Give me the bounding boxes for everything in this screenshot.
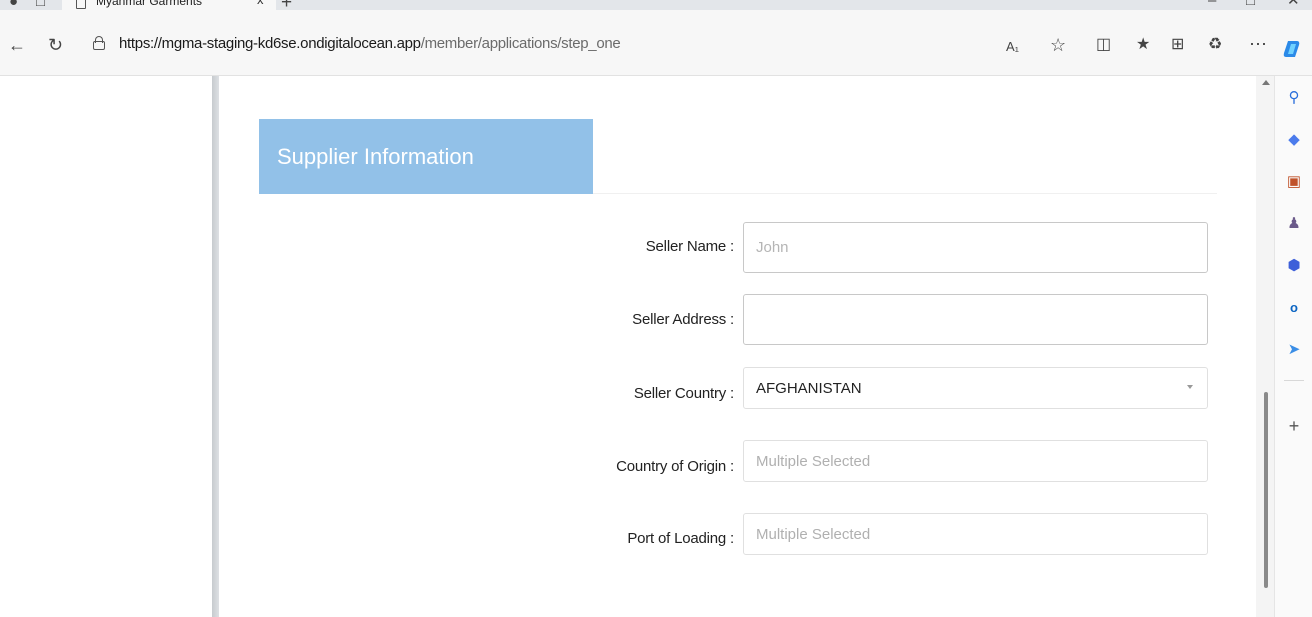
seller-address-field-box — [743, 294, 1208, 345]
profile-icon[interactable]: ● — [9, 0, 18, 9]
sidebar-divider — [1284, 380, 1304, 381]
tools-briefcase-icon[interactable]: ▣ — [1284, 172, 1304, 192]
more-icon[interactable]: ⋯ — [1249, 34, 1267, 54]
page-left-margin — [0, 76, 212, 617]
tab-actions-icon[interactable]: □ — [36, 0, 45, 9]
microsoft-365-icon[interactable]: ⬢ — [1284, 256, 1304, 276]
country-of-origin-multiselect[interactable]: Multiple Selected — [743, 440, 1208, 482]
section-title: Supplier Information — [277, 144, 474, 169]
edge-sidebar: ⚲ ◆ ▣ ♟ ⬢ o ➤ + — [1274, 76, 1312, 617]
shopping-tag-icon[interactable]: ◆ — [1284, 130, 1304, 150]
url-text[interactable]: https://mgma-staging-kd6se.ondigitalocea… — [119, 35, 621, 53]
url-path: /member/applications/step_one — [420, 35, 621, 52]
add-icon[interactable]: + — [1284, 416, 1304, 436]
minimize-icon[interactable]: – — [1208, 0, 1216, 8]
seller-country-select[interactable]: AFGHANISTAN — [743, 367, 1208, 409]
tab-title: Myanmar Garments — [96, 0, 203, 8]
favorites-list-icon[interactable]: ★ — [1136, 35, 1150, 55]
seller-name-label: Seller Name : — [645, 238, 734, 255]
tab-myanmar-garments[interactable]: Myanmar Garments x — [62, 0, 276, 10]
search-icon[interactable]: ⚲ — [1284, 88, 1304, 108]
outlook-icon[interactable]: o — [1284, 298, 1304, 318]
seller-address-label: Seller Address : — [632, 311, 734, 328]
seller-name-field-box — [743, 222, 1208, 273]
page-scrollbar[interactable] — [1256, 76, 1274, 617]
star-icon[interactable]: ☆ — [1050, 35, 1066, 55]
seller-country-value: AFGHANISTAN — [756, 380, 862, 397]
port-of-loading-placeholder: Multiple Selected — [756, 526, 871, 543]
seller-country-label: Seller Country : — [633, 385, 734, 402]
port-of-loading-label: Port of Loading : — [627, 530, 734, 547]
tab-strip: ● □ Myanmar Garments x + – □ ✕ — [0, 0, 1312, 10]
browser-window: ● □ Myanmar Garments x + – □ ✕ ← ↻ https… — [0, 0, 1312, 617]
tab-close-button[interactable]: x — [257, 0, 264, 7]
dropdown-caret-icon — [1187, 385, 1193, 389]
games-icon[interactable]: ♟ — [1284, 214, 1304, 234]
copilot-icon[interactable] — [1282, 39, 1302, 59]
restore-icon[interactable]: □ — [1246, 0, 1255, 8]
section-divider — [593, 193, 1217, 194]
extensions-icon[interactable]: ♻ — [1208, 35, 1222, 55]
seller-name-input[interactable] — [744, 223, 1207, 272]
new-tab-button[interactable]: + — [281, 0, 292, 10]
lock-icon[interactable] — [93, 36, 105, 50]
split-screen-icon[interactable]: ◫ — [1096, 35, 1111, 55]
page-left-border — [212, 76, 219, 617]
scroll-up-arrow-icon[interactable] — [1262, 80, 1270, 85]
window-close-icon[interactable]: ✕ — [1287, 0, 1300, 8]
read-aloud-icon[interactable]: A₁ — [1006, 37, 1019, 57]
seller-address-input[interactable] — [744, 295, 1207, 344]
refresh-icon[interactable]: ↻ — [48, 35, 63, 55]
port-of-loading-multiselect[interactable]: Multiple Selected — [743, 513, 1208, 555]
url-domain: https://mgma-staging-kd6se.ondigitalocea… — [119, 35, 421, 52]
country-of-origin-label: Country of Origin : — [616, 458, 734, 475]
send-icon[interactable]: ➤ — [1284, 340, 1304, 360]
country-of-origin-placeholder: Multiple Selected — [756, 453, 871, 470]
scrollbar-thumb[interactable] — [1264, 392, 1268, 588]
collections-icon[interactable]: ⊞ — [1171, 35, 1184, 55]
page-favicon-icon — [76, 0, 86, 9]
arrow-left-icon[interactable]: ← — [8, 35, 26, 55]
